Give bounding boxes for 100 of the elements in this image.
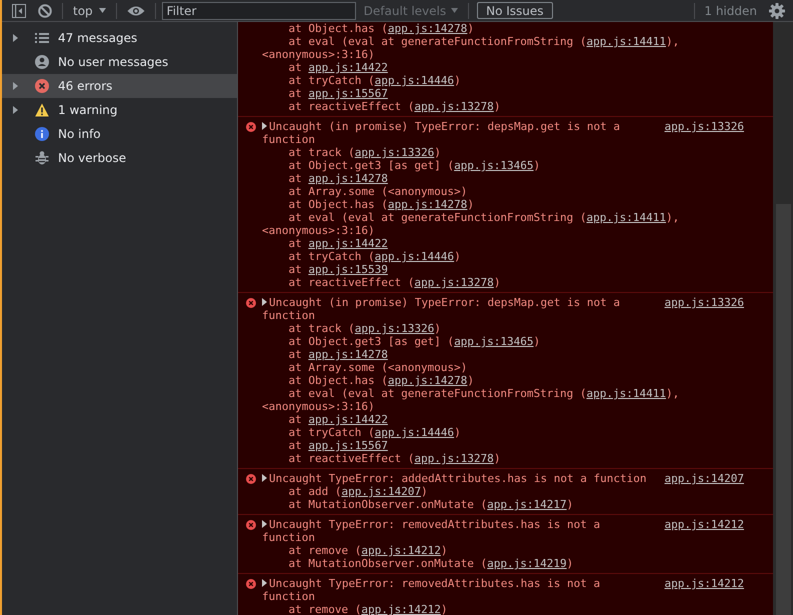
stack-trace-line: at remove (app.js:14212) (287, 603, 448, 615)
stack-trace-line: at remove (app.js:14212) (287, 544, 448, 557)
source-link[interactable]: app.js:15567 (308, 87, 388, 100)
stack-trace-line: at add (app.js:14207) (287, 485, 429, 498)
stack-trace-line: at app.js:14422 (287, 237, 389, 250)
stack-trace-line: at Object.has (app.js:14278) (287, 198, 475, 211)
sidebar-item[interactable]: No info (2, 122, 237, 146)
stack-trace-line: at app.js:15539 (287, 263, 389, 276)
source-link[interactable]: app.js:13326 (664, 296, 744, 309)
caret-icon (98, 8, 106, 13)
stack-trace-line: at Object.get3 [as get] (app.js:13465) (287, 335, 542, 348)
source-link[interactable]: app.js:14212 (361, 603, 441, 615)
source-link[interactable]: app.js:14422 (308, 61, 388, 74)
stack-trace-line: at reactiveEffect (app.js:13278) (287, 100, 502, 113)
scrollbar[interactable] (773, 22, 793, 615)
source-link[interactable]: app.js:14446 (374, 74, 454, 87)
hidden-count: 1 hidden (703, 4, 758, 18)
stack-trace-line: at eval (eval at generateFunctionFromString (app.js:14411), <anonymous>:3:16) (262, 35, 680, 61)
stack-trace-line: at eval (eval at generateFunctionFromString (app.js:14411), <anonymous>:3:16) (262, 211, 680, 237)
stack-trace-line: at eval (eval at generateFunctionFromString (app.js:14411), <anonymous>:3:16) (262, 387, 680, 413)
source-link[interactable]: app.js:13465 (454, 335, 534, 348)
source-link[interactable]: app.js:14212 (664, 577, 744, 590)
source-link[interactable]: app.js:14411 (586, 387, 666, 400)
error-icon (246, 520, 256, 530)
issues-button[interactable]: No Issues (477, 2, 553, 19)
source-link[interactable]: app.js:13326 (354, 322, 434, 335)
stack-trace-line: at reactiveEffect (app.js:13278) (287, 276, 502, 289)
source-link[interactable]: app.js:13278 (414, 100, 494, 113)
stack-trace-line: at track (app.js:13326) (287, 146, 442, 159)
user-icon (35, 55, 49, 69)
error-icon (246, 474, 256, 484)
stack-trace-line: at MutationObserver.onMutate (app.js:14219) (287, 557, 574, 570)
source-link[interactable]: app.js:13465 (454, 159, 534, 172)
stack-trace-line: at app.js:15567 (287, 87, 389, 100)
source-link[interactable]: app.js:14207 (341, 485, 421, 498)
source-link[interactable]: app.js:14219 (487, 557, 567, 570)
source-link[interactable]: app.js:13326 (354, 146, 434, 159)
source-link[interactable]: app.js:14411 (586, 211, 666, 224)
source-link[interactable]: app.js:13278 (414, 452, 494, 465)
caret-icon (451, 8, 458, 13)
error-icon (246, 122, 256, 132)
stack-trace-line: at Array.some (<anonymous>) (287, 361, 468, 374)
expand-triangle-icon (13, 82, 18, 90)
eye-icon (126, 4, 145, 16)
error-icon (246, 298, 256, 308)
source-link[interactable]: app.js:14217 (487, 498, 567, 511)
warning-icon (35, 103, 49, 117)
sidebar-item-label: No verbose (58, 151, 126, 165)
source-link[interactable]: app.js:14278 (308, 172, 388, 185)
settings-icon (769, 2, 785, 18)
source-link[interactable]: app.js:14422 (308, 413, 388, 426)
sidebar-item[interactable]: 46 errors (2, 74, 237, 98)
source-link[interactable]: app.js:14212 (664, 518, 744, 531)
source-link[interactable]: app.js:13326 (664, 120, 744, 133)
sidebar-item[interactable]: No verbose (2, 146, 237, 170)
expand-triangle-icon (13, 34, 18, 42)
sidebar-item-label: No info (58, 127, 101, 141)
sidebar-item-label: 1 warning (58, 103, 118, 117)
source-link[interactable]: app.js:14278 (308, 348, 388, 361)
stack-trace-line: at Object.has (app.js:14278) (287, 22, 475, 35)
stack-trace-line: at app.js:14278 (287, 172, 389, 185)
stack-trace-line: at reactiveEffect (app.js:13278) (287, 452, 502, 465)
sidebar-item-label: No user messages (58, 55, 168, 69)
source-link[interactable]: app.js:14411 (586, 35, 666, 48)
sidebar-item[interactable]: 1 warning (2, 98, 237, 122)
info-icon (35, 127, 49, 141)
sidebar-toggle-icon (12, 4, 26, 18)
expand-triangle-icon (13, 106, 18, 114)
stack-trace-line: at Object.get3 [as get] (app.js:13465) (287, 159, 542, 172)
source-link[interactable]: app.js:14446 (374, 426, 454, 439)
sidebar-item[interactable]: 47 messages (2, 26, 237, 50)
block-icon (38, 4, 52, 18)
stack-trace-line: at tryCatch (app.js:14446) (287, 74, 462, 87)
stack-trace-line: at tryCatch (app.js:14446) (287, 426, 462, 439)
source-link[interactable]: app.js:14212 (361, 544, 441, 557)
source-link[interactable]: app.js:14422 (308, 237, 388, 250)
bug-icon (35, 151, 49, 165)
error-icon (246, 579, 256, 589)
list-icon (35, 31, 49, 45)
source-link[interactable]: app.js:15567 (308, 439, 388, 452)
context-dropdown[interactable]: top (67, 0, 112, 20)
source-link[interactable]: app.js:13278 (414, 276, 494, 289)
source-link[interactable]: app.js:14278 (388, 374, 468, 387)
source-link[interactable]: app.js:14446 (374, 250, 454, 263)
stack-trace-line: at Object.has (app.js:14278) (287, 374, 475, 387)
source-link[interactable]: app.js:14278 (388, 198, 468, 211)
source-link[interactable]: app.js:14278 (388, 22, 468, 35)
error-message: Uncaught TypeError: addedAttributes.has is not a function (269, 472, 646, 485)
stack-trace-line: at app.js:14422 (287, 61, 389, 74)
stack-trace-line: at MutationObserver.onMutate (app.js:14217) (287, 498, 574, 511)
filter-field[interactable]: Filter (162, 2, 356, 20)
stack-trace-line: at app.js:14278 (287, 348, 389, 361)
sidebar-item-label: 46 errors (58, 79, 112, 93)
source-link[interactable]: app.js:14207 (664, 472, 744, 485)
stack-trace-line: at track (app.js:13326) (287, 322, 442, 335)
stack-trace-line: at tryCatch (app.js:14446) (287, 250, 462, 263)
stack-trace-line: at Array.some (<anonymous>) (287, 185, 468, 198)
sidebar-item[interactable]: No user messages (2, 50, 237, 74)
stack-trace-line: at app.js:15567 (287, 439, 389, 452)
source-link[interactable]: app.js:15539 (308, 263, 388, 276)
